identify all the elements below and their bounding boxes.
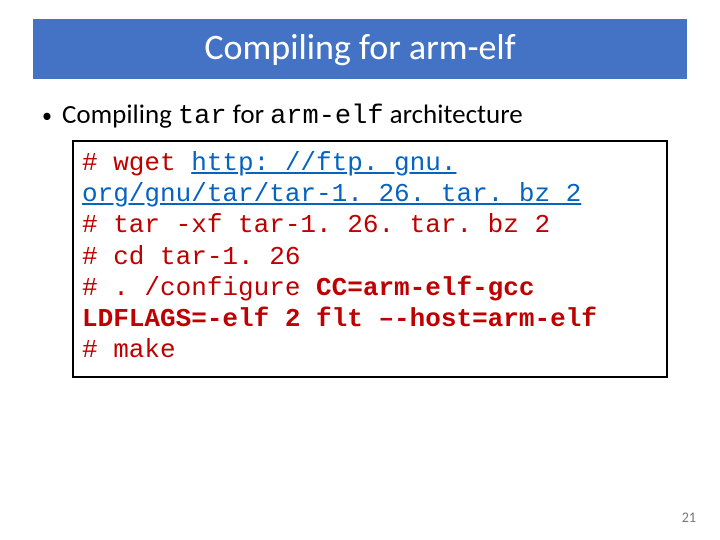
- code-line-2: # tar -xf tar-1. 26. tar. bz 2: [82, 210, 658, 241]
- code-line-4: # . /configure CC=arm-elf-gcc LDFLAGS=-e…: [82, 273, 658, 335]
- bullet-mid: for: [227, 98, 271, 131]
- code-l4a: # . /configure: [82, 273, 316, 303]
- code-line-1: # wget http: //ftp. gnu. org/gnu/tar/tar…: [82, 148, 658, 210]
- code-line-5: # make: [82, 335, 658, 366]
- slide-title: Compiling for arm-elf: [43, 25, 677, 69]
- bullet-code2: arm-elf: [270, 102, 383, 132]
- code-line-3: # cd tar-1. 26: [82, 242, 658, 273]
- title-box: Compiling for arm-elf: [32, 18, 688, 80]
- bullet-code1: tar: [178, 102, 227, 132]
- bullet-text: Compiling tar for arm-elf architecture: [62, 98, 523, 132]
- slide: Compiling for arm-elf • Compiling tar fo…: [0, 0, 720, 540]
- bullet-dot: •: [42, 104, 52, 128]
- bullet-row: • Compiling tar for arm-elf architecture: [42, 98, 696, 132]
- bullet-post: architecture: [384, 98, 523, 131]
- bullet-pre: Compiling: [62, 98, 178, 131]
- code-box: # wget http: //ftp. gnu. org/gnu/tar/tar…: [72, 140, 668, 378]
- code-l1a: # wget: [82, 148, 191, 178]
- page-number: 21: [682, 509, 696, 526]
